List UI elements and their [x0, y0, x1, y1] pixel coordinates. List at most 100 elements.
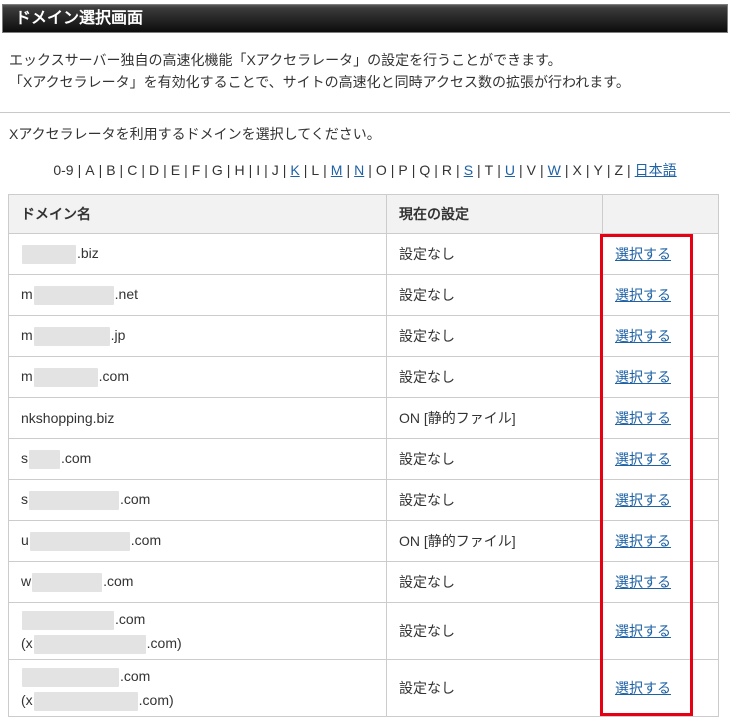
index-nav-item-G: G: [211, 162, 223, 178]
domain-text: .jp: [110, 326, 126, 343]
nav-separator: |: [163, 162, 167, 178]
nav-separator: |: [434, 162, 438, 178]
table-row: nkshopping.biz ON [静的ファイル] 選択する: [8, 397, 719, 439]
domain-text: u: [21, 531, 29, 548]
domain-text: s: [21, 449, 28, 466]
action-cell: 選択する: [602, 397, 719, 439]
redacted-text: [32, 572, 103, 592]
table-row: m .net 設定なし 選択する: [8, 274, 719, 316]
domain-text: .com: [120, 668, 151, 684]
index-nav-item-K[interactable]: K: [290, 162, 299, 178]
domain-text: m: [21, 326, 33, 343]
domain-text: .biz: [77, 244, 99, 261]
redacted-text: [33, 326, 110, 346]
select-link[interactable]: 選択する: [615, 410, 671, 426]
nav-separator: |: [539, 162, 544, 178]
action-cell: 選択する: [602, 479, 719, 521]
index-nav-item-日本語[interactable]: 日本語: [635, 162, 677, 178]
domain-cell: u .com: [8, 520, 387, 562]
nav-separator: |: [497, 162, 501, 178]
domain-cell: .com (x .com): [8, 602, 387, 660]
domain-cell: m .com: [8, 356, 387, 398]
action-cell: 選択する: [602, 561, 719, 603]
nav-separator: |: [390, 162, 395, 178]
index-nav-item-U[interactable]: U: [505, 162, 515, 178]
nav-separator: |: [119, 162, 124, 178]
index-nav-item-E: E: [170, 162, 181, 178]
index-nav-item-B: B: [106, 162, 116, 178]
domain-text: .com): [146, 635, 182, 651]
select-link[interactable]: 選択する: [615, 533, 671, 549]
nav-separator: |: [627, 162, 631, 178]
action-cell: 選択する: [602, 274, 719, 316]
index-nav-item-L: L: [311, 162, 320, 178]
nav-separator: |: [323, 162, 327, 178]
select-link[interactable]: 選択する: [615, 328, 671, 344]
domain-cell: nkshopping.biz: [8, 397, 387, 439]
table-row: w .com 設定なし 選択する: [8, 561, 719, 603]
index-nav-item-D: D: [148, 162, 160, 178]
domain-text: .com): [138, 692, 174, 708]
action-cell: 選択する: [602, 659, 719, 717]
domain-text: .net: [114, 285, 139, 302]
index-nav-item-P: P: [398, 162, 408, 178]
intro-line-2: 「Xアクセラレータ」を有効化することで、サイトの高速化と同時アクセス数の拡張が行…: [9, 74, 630, 90]
table-row: .com (x .com) 設定なし 選択する: [8, 659, 719, 717]
index-nav-item-S[interactable]: S: [464, 162, 473, 178]
index-nav-item-J: J: [271, 162, 279, 178]
index-nav-item-F: F: [191, 162, 201, 178]
index-nav-item-C: C: [127, 162, 138, 178]
nav-separator: |: [456, 162, 460, 178]
select-link[interactable]: 選択する: [615, 246, 671, 262]
redacted-text: [33, 634, 146, 654]
redacted-text: [33, 367, 98, 387]
redacted-text: [29, 449, 60, 469]
domain-text: .com: [120, 490, 151, 507]
current-setting-cell: 設定なし: [386, 315, 603, 357]
index-nav-item-N[interactable]: N: [354, 162, 364, 178]
nav-separator: |: [282, 162, 287, 178]
index-nav-item-M[interactable]: M: [331, 162, 343, 178]
current-setting-cell: 設定なし: [386, 479, 603, 521]
index-nav-item-O: O: [375, 162, 387, 178]
nav-separator: |: [606, 162, 611, 178]
nav-separator: |: [585, 162, 590, 178]
index-nav-item-Z: Z: [614, 162, 624, 178]
select-link[interactable]: 選択する: [615, 574, 671, 590]
index-nav-item-X: X: [572, 162, 582, 178]
redacted-text: [22, 244, 76, 264]
nav-separator: |: [411, 162, 416, 178]
index-nav-item-0-9: 0-9: [53, 162, 74, 178]
domain-text: s: [21, 490, 28, 507]
table-header-row: ドメイン名 現在の設定: [8, 194, 719, 234]
select-link[interactable]: 選択する: [615, 369, 671, 385]
domain-cell: w .com: [8, 561, 387, 603]
index-nav-item-A: A: [85, 162, 95, 178]
nav-separator: |: [564, 162, 569, 178]
nav-separator: |: [98, 162, 103, 178]
domain-text: nkshopping.biz: [21, 410, 115, 426]
nav-separator: |: [346, 162, 351, 178]
index-nav-item-W[interactable]: W: [548, 162, 561, 178]
current-setting-cell: 設定なし: [386, 659, 603, 717]
domain-table: ドメイン名 現在の設定 .biz 設定なし 選択する m .net 設定なし 選択する m .j…: [8, 194, 719, 717]
action-cell: 選択する: [602, 602, 719, 660]
action-cell: 選択する: [602, 315, 719, 357]
select-link[interactable]: 選択する: [615, 623, 671, 639]
index-nav-item-Q: Q: [419, 162, 431, 178]
select-link[interactable]: 選択する: [615, 680, 671, 696]
select-link[interactable]: 選択する: [615, 287, 671, 303]
col-header-action: [602, 194, 719, 234]
intro-line-1: エックスサーバー独自の高速化機能「Xアクセラレータ」の設定を行うことができます。: [9, 52, 562, 68]
select-link[interactable]: 選択する: [615, 492, 671, 508]
select-link[interactable]: 選択する: [615, 451, 671, 467]
col-header-current-setting: 現在の設定: [386, 194, 603, 234]
domain-text: (x: [21, 635, 33, 651]
nav-separator: |: [477, 162, 481, 178]
domain-cell: .biz: [8, 233, 387, 275]
index-nav-item-Y: Y: [593, 162, 603, 178]
nav-separator: |: [303, 162, 308, 178]
redacted-text: [33, 285, 114, 305]
redacted-text: [33, 691, 138, 711]
nav-separator: |: [226, 162, 231, 178]
